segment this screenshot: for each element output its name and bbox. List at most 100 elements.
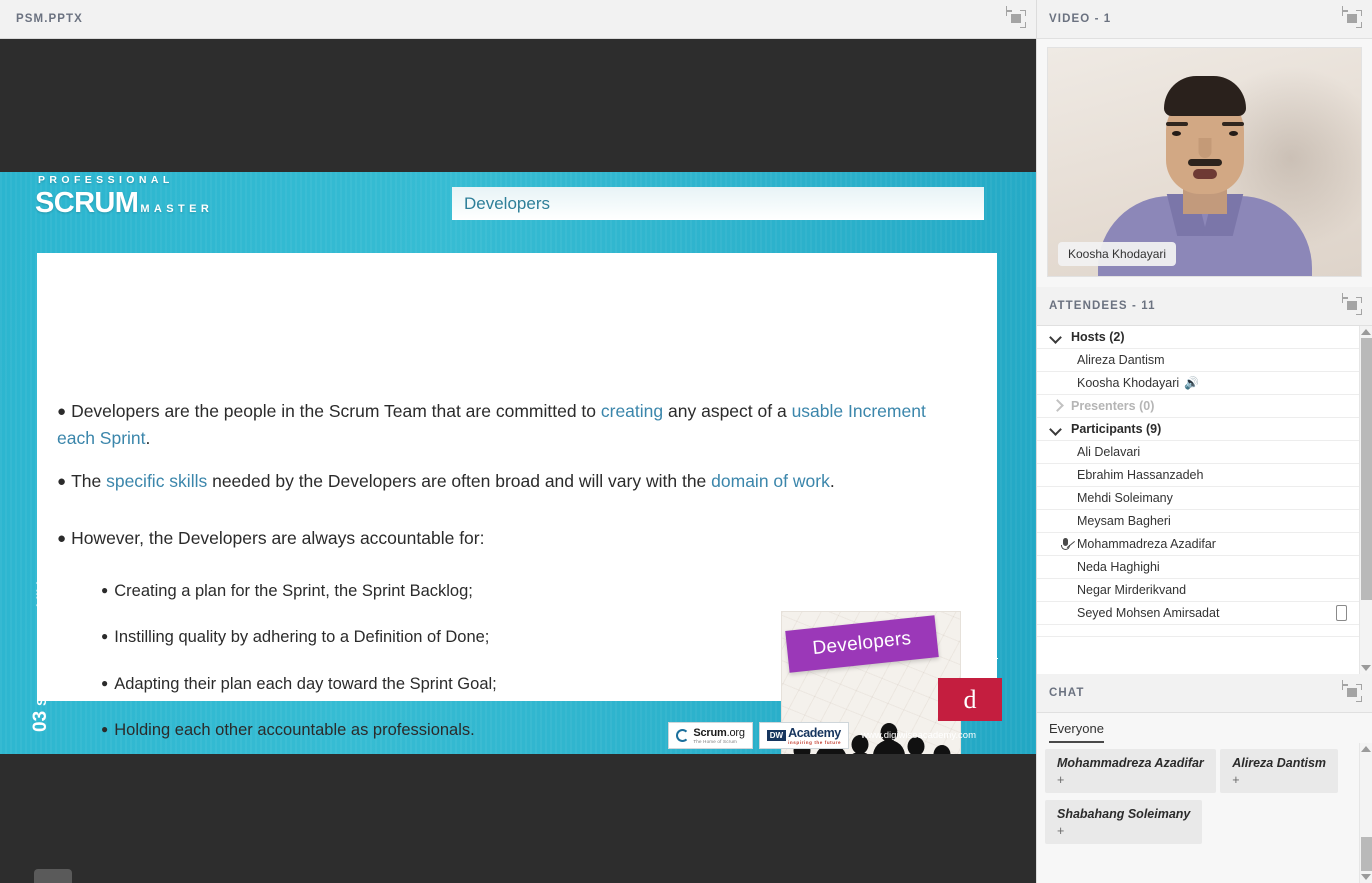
chat-scrollbar[interactable] bbox=[1359, 743, 1372, 883]
attendee-row[interactable]: Meysam Bagheri bbox=[1037, 510, 1359, 533]
attendee-row[interactable]: Ali Delavari bbox=[1037, 441, 1359, 464]
scrollbar-track[interactable] bbox=[1360, 338, 1372, 662]
scrollbar-thumb[interactable] bbox=[1361, 338, 1372, 600]
brand-professional-text: PROFESSIONAL bbox=[38, 175, 213, 186]
bullet-1-text-c: . bbox=[146, 428, 151, 448]
scroll-up-arrow-icon[interactable] bbox=[1361, 746, 1371, 752]
sub-bullet-text: Adapting their plan each day toward the … bbox=[114, 675, 497, 693]
mobile-device-icon bbox=[1336, 605, 1347, 621]
scrollbar-thumb[interactable] bbox=[1361, 837, 1372, 871]
slide-title: Developers bbox=[464, 194, 550, 214]
chat-message-list[interactable]: Mohammadreza Azadifar + Alireza Dantism … bbox=[1037, 743, 1359, 883]
video-name-label: Koosha Khodayari bbox=[1058, 242, 1176, 266]
mic-off-icon bbox=[1059, 537, 1073, 551]
scrum-org-logo: Scrum.org The Home of Scrum bbox=[668, 722, 752, 749]
dw-mark-icon: DW bbox=[767, 730, 786, 741]
chat-pod: Everyone Mohammadreza Azadifar + Alireza… bbox=[1037, 713, 1372, 883]
expand-icon[interactable] bbox=[1006, 10, 1026, 28]
attendee-row[interactable]: Alireza Dantism bbox=[1037, 349, 1359, 372]
attendee-row[interactable]: Mehdi Soleimany bbox=[1037, 487, 1359, 510]
right-sidebar: VIDEO - 1 Koosh bbox=[1036, 0, 1372, 883]
chat-message: Shabahang Soleimany + bbox=[1045, 800, 1202, 844]
attendee-row[interactable]: Ebrahim Hassanzadeh bbox=[1037, 464, 1359, 487]
bullet-item-2: ●The specific skills needed by the Devel… bbox=[57, 468, 957, 495]
attendee-group-label: Presenters (0) bbox=[1071, 399, 1154, 413]
chat-message-author: Shabahang Soleimany bbox=[1057, 807, 1190, 821]
bullet-1-text-b: any aspect of a bbox=[663, 401, 791, 421]
attendee-group-label: Hosts (2) bbox=[1071, 330, 1124, 344]
chat-message-author: Alireza Dantism bbox=[1232, 756, 1326, 770]
attendee-name: Mehdi Soleimany bbox=[1077, 491, 1173, 505]
attendees-pod-title: ATTENDEES - 11 bbox=[1049, 300, 1156, 312]
attendees-scrollbar[interactable] bbox=[1359, 326, 1372, 674]
attendee-row-partial[interactable] bbox=[1037, 625, 1359, 637]
dw-logo-tagline: inspiring the future bbox=[788, 740, 841, 745]
chevron-right-icon[interactable] bbox=[1051, 401, 1061, 411]
chat-tab-bar: Everyone bbox=[1037, 713, 1372, 743]
attendee-row[interactable]: Negar Mirderikvand bbox=[1037, 579, 1359, 602]
chevron-down-icon[interactable] bbox=[1051, 424, 1061, 434]
attendee-name: Mohammadreza Azadifar bbox=[1077, 537, 1216, 551]
bullet-item-1: ●Developers are the people in the Scrum … bbox=[57, 398, 957, 452]
bullet-1-text-a: Developers are the people in the Scrum T… bbox=[71, 401, 601, 421]
speaker-icon: 🔊 bbox=[1184, 376, 1199, 390]
brand-scrum-text: SCRUM bbox=[35, 189, 138, 218]
attendees-list[interactable]: Hosts (2) Alireza Dantism Koosha Khodaya… bbox=[1037, 326, 1359, 674]
chat-message-text: + bbox=[1057, 773, 1204, 787]
attendee-row[interactable]: Seyed Mohsen Amirsadat bbox=[1037, 602, 1359, 625]
attendees-pod: Hosts (2) Alireza Dantism Koosha Khodaya… bbox=[1037, 326, 1372, 674]
brand-master-text: MASTER bbox=[140, 204, 213, 215]
bullet-2-highlight-b: domain of work bbox=[711, 471, 830, 491]
chat-message: Alireza Dantism + bbox=[1220, 749, 1338, 793]
bullet-dot-icon: ● bbox=[57, 473, 66, 490]
dw-academy-logo: DW Academy inspiring the future bbox=[759, 722, 849, 749]
video-feed[interactable]: Koosha Khodayari bbox=[1047, 47, 1362, 277]
digiwise-logo-letter: d bbox=[964, 687, 977, 713]
presentation-slide[interactable]: PROFESSIONAL SCRUM MASTER Developers 03 … bbox=[0, 172, 1036, 754]
attendee-name: Koosha Khodayari bbox=[1077, 376, 1179, 390]
attendee-group-participants[interactable]: Participants (9) bbox=[1037, 418, 1359, 441]
sub-bullet-text: Creating a plan for the Sprint, the Spri… bbox=[114, 582, 473, 600]
chevron-down-icon[interactable] bbox=[1051, 332, 1061, 342]
bullet-dot-icon: ● bbox=[57, 530, 66, 547]
slide-navigation-control[interactable] bbox=[34, 869, 72, 883]
attendee-row[interactable]: Mohammadreza Azadifar bbox=[1037, 533, 1359, 556]
slide-title-bar: Developers bbox=[452, 187, 984, 220]
attendee-name: Negar Mirderikvand bbox=[1077, 583, 1186, 597]
scrum-logo-name: Scrum bbox=[693, 727, 726, 739]
slide-section-tab: 03 Scrum Accountabilities bbox=[8, 482, 38, 732]
expand-icon[interactable] bbox=[1342, 297, 1362, 315]
attendee-name: Seyed Mohsen Amirsadat bbox=[1077, 606, 1219, 620]
scroll-up-arrow-icon[interactable] bbox=[1361, 329, 1371, 335]
screen-share-pod: PSM.PPTX PROFESSIONAL SCRUM MASTER Devel… bbox=[0, 0, 1036, 883]
attendee-group-presenters[interactable]: Presenters (0) bbox=[1037, 395, 1359, 418]
share-stage: PROFESSIONAL SCRUM MASTER Developers 03 … bbox=[0, 39, 1036, 883]
attendees-pod-header: ATTENDEES - 11 bbox=[1037, 287, 1372, 326]
shared-file-title: PSM.PPTX bbox=[16, 13, 83, 25]
attendee-row[interactable]: Neda Haghighi bbox=[1037, 556, 1359, 579]
bullet-item-3: ● However, the Developers are always acco… bbox=[57, 525, 957, 552]
scrum-logo-tagline: The Home of Scrum bbox=[693, 739, 744, 744]
attendee-row[interactable]: Koosha Khodayari 🔊 bbox=[1037, 372, 1359, 395]
attendee-name: Ali Delavari bbox=[1077, 445, 1140, 459]
scrum-logo-tld: .org bbox=[727, 727, 745, 739]
scroll-down-arrow-icon[interactable] bbox=[1361, 874, 1371, 880]
bullet-3-text: However, the Developers are always accou… bbox=[71, 528, 484, 548]
bullet-2-text-a: The bbox=[71, 471, 106, 491]
expand-icon[interactable] bbox=[1342, 10, 1362, 28]
developers-banner-label: Developers bbox=[812, 628, 913, 660]
chat-tab-everyone[interactable]: Everyone bbox=[1049, 721, 1104, 743]
chat-pod-header: CHAT bbox=[1037, 674, 1372, 713]
sub-bullet-dot-icon: ● bbox=[101, 676, 108, 690]
video-pod: Koosha Khodayari bbox=[1037, 39, 1372, 287]
video-pod-header: VIDEO - 1 bbox=[1037, 0, 1372, 39]
attendee-group-hosts[interactable]: Hosts (2) bbox=[1037, 326, 1359, 349]
chat-pod-title: CHAT bbox=[1049, 687, 1085, 699]
expand-icon[interactable] bbox=[1342, 684, 1362, 702]
sub-bullet-dot-icon: ● bbox=[101, 583, 108, 597]
video-pod-title: VIDEO - 1 bbox=[1049, 13, 1111, 25]
scroll-down-arrow-icon[interactable] bbox=[1361, 665, 1371, 671]
slide-content-area: ● Developers are the people in the Scrum … bbox=[37, 253, 997, 701]
scrollbar-track[interactable] bbox=[1360, 755, 1372, 871]
meeting-app-window: PSM.PPTX PROFESSIONAL SCRUM MASTER Devel… bbox=[0, 0, 1372, 883]
